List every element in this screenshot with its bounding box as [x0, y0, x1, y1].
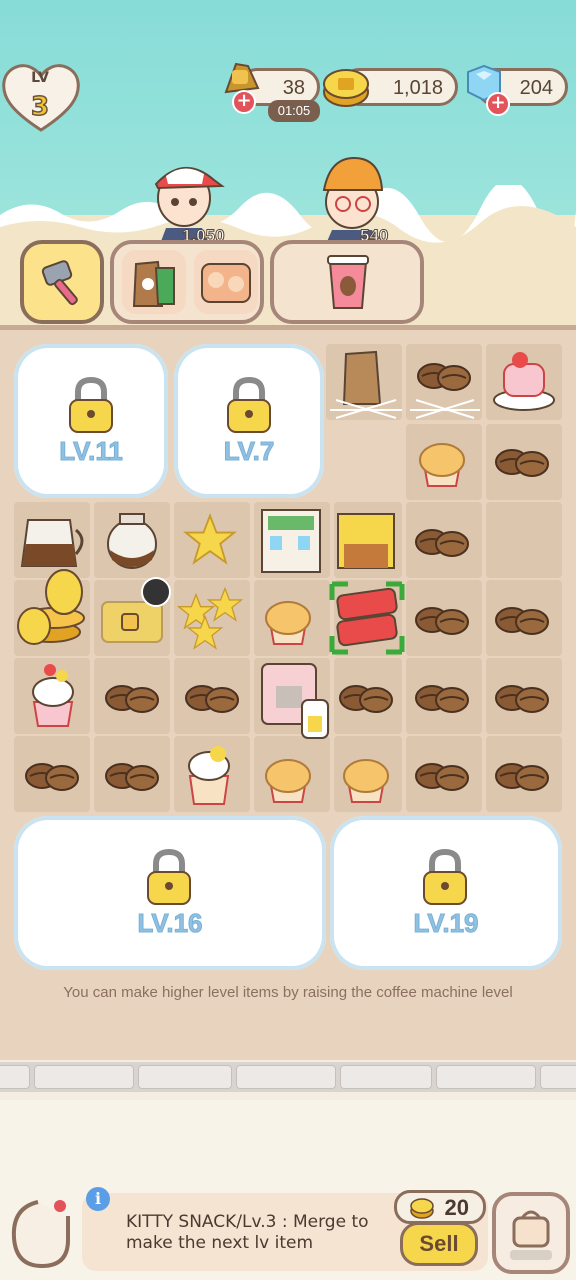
add-energy-button[interactable]: + — [232, 90, 256, 114]
locked-area-4[interactable]: LV.19 — [330, 816, 562, 970]
coin-value: 1,018 — [392, 77, 443, 99]
coffee-bean-icon — [415, 763, 469, 791]
lock-icon — [147, 848, 191, 905]
muffin-icon — [265, 759, 311, 803]
coffee-bean-icon — [105, 685, 159, 713]
bag-button[interactable] — [492, 1192, 570, 1274]
sell-button[interactable]: Sell — [400, 1222, 478, 1266]
coffee-bean-icon — [105, 763, 159, 791]
coffee-bean-icon — [495, 607, 549, 635]
energy-value: 38 — [282, 77, 305, 99]
coffee-bag-slot — [122, 250, 186, 314]
coffee-bag-icon — [132, 260, 175, 307]
stone — [0, 1065, 30, 1089]
lock-icon — [69, 376, 113, 433]
level-value: 3 — [30, 91, 50, 123]
stone — [540, 1065, 576, 1089]
coffee-bean-icon — [25, 763, 79, 791]
coffee-cup-icon — [327, 255, 369, 309]
energy-timer: 01:05 — [268, 100, 320, 122]
add-gem-button[interactable]: + — [486, 92, 510, 116]
cafe-building-big-icon — [261, 509, 321, 573]
stone — [138, 1065, 232, 1089]
lock-icon — [227, 376, 271, 433]
coffee-bean-icon — [495, 685, 549, 713]
cafe-shop-icon — [337, 513, 395, 569]
stone — [34, 1065, 134, 1089]
waves — [0, 185, 576, 245]
back-icon[interactable] — [8, 1196, 74, 1270]
sell-price-value: 20 — [444, 1195, 469, 1220]
muffin-icon — [419, 443, 465, 487]
locked-area-2[interactable]: LV.7 — [174, 344, 324, 498]
locked-area-1-label: LV.11 — [59, 436, 124, 467]
locked-area-1[interactable]: LV.11 — [14, 344, 168, 498]
kitty-snack-slot — [194, 250, 258, 314]
locked-area-2-label: LV.7 — [223, 436, 275, 467]
level-label: LV — [31, 70, 49, 86]
bag-icon — [510, 1210, 552, 1260]
locked-area-3-label: LV.16 — [137, 908, 203, 939]
locked-area-3[interactable]: LV.16 — [14, 816, 326, 970]
info-icon[interactable]: i — [86, 1187, 110, 1211]
coin-icon — [323, 69, 369, 107]
stone-border — [0, 1062, 576, 1092]
muffin-icon — [343, 759, 389, 803]
sell-price: 20 — [394, 1190, 486, 1224]
coffee-bean-icon — [495, 449, 549, 477]
coin-icon — [410, 1198, 434, 1219]
order-slot-1[interactable] — [110, 240, 264, 324]
merge-board: LV.11 LV.7 LV.16 LV.19 — [0, 330, 576, 1060]
stone — [436, 1065, 536, 1089]
item-description: KITTY SNACK/Lv.3 : Merge to make the nex… — [126, 1212, 369, 1253]
kitty-snack-icon — [201, 263, 251, 303]
hammer-tool-button[interactable] — [20, 240, 104, 324]
coffee-bean-icon — [415, 529, 469, 557]
gem-value: 204 — [519, 77, 553, 99]
hint-text: You can make higher level items by raisi… — [63, 984, 513, 1001]
locked-area-4-label: LV.19 — [413, 908, 479, 939]
coffee-bean-icon — [339, 685, 393, 713]
coffee-bean-icon — [495, 763, 549, 791]
stone — [236, 1065, 336, 1089]
order-slot-2[interactable] — [270, 240, 424, 324]
coffee-bean-icon — [185, 685, 239, 713]
coffee-bean-icon — [415, 685, 469, 713]
coffee-bean-icon — [415, 607, 469, 635]
lock-icon — [423, 848, 467, 905]
hammer-icon — [41, 260, 78, 306]
stone — [340, 1065, 432, 1089]
muffin-icon — [265, 601, 311, 645]
